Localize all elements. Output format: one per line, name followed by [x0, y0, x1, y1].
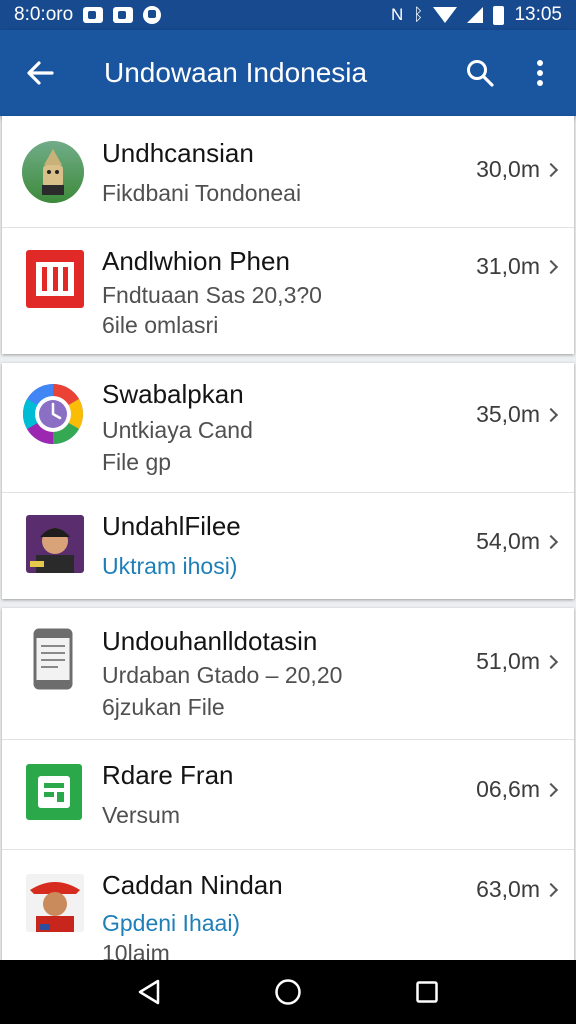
list-card: Swabalpkan Untkiaya Cand File gp 35,0m U… — [2, 363, 574, 599]
nfc-icon: N — [390, 5, 404, 24]
page-title: Undowaan Indonesia — [104, 57, 368, 88]
nav-back-button[interactable] — [119, 960, 179, 1024]
color-wheel-icon — [22, 384, 84, 444]
back-button[interactable] — [0, 30, 80, 116]
dot-icon — [143, 6, 162, 24]
bluetooth-icon: ᛒ — [413, 5, 424, 24]
item-size: 35,0m — [476, 401, 559, 428]
size-label: 63,0m — [476, 876, 540, 902]
item-size: 54,0m — [476, 528, 559, 555]
home-circle-icon — [275, 979, 301, 1005]
item-subtitle: File gp — [102, 449, 172, 475]
chevron-right-icon — [543, 259, 559, 274]
status-time: 13:05 — [514, 4, 562, 25]
wifi-icon — [433, 7, 458, 23]
chevron-right-icon — [543, 882, 559, 897]
chevron-right-icon — [543, 162, 559, 177]
green-app-icon — [26, 764, 82, 820]
more-options-button[interactable] — [510, 30, 570, 116]
item-subtitle: Versum — [102, 802, 180, 828]
status-bar: 8:0:oro N ᛒ 13:05 — [0, 0, 576, 30]
size-label: 30,0m — [476, 156, 540, 182]
chevron-right-icon — [543, 654, 559, 669]
item-subtitle: Fndtuaan Sas 20,3?0 — [102, 282, 322, 308]
red-app-icon — [26, 250, 84, 308]
chevron-right-icon — [543, 782, 559, 797]
nav-recents-button[interactable] — [397, 960, 457, 1024]
size-label: 06,6m — [476, 776, 540, 802]
app-bar: Undowaan Indonesia — [0, 30, 576, 116]
item-subtitle: Gpdeni Ihaai) — [102, 910, 241, 936]
item-size: 63,0m — [476, 876, 559, 903]
mail-icon — [83, 7, 104, 23]
list-item[interactable]: Undouhanlldotasin Urdaban Gtado – 20,20 … — [2, 608, 574, 740]
list-card: Undouhanlldotasin Urdaban Gtado – 20,20 … — [2, 608, 574, 966]
system-nav-bar — [0, 960, 576, 1024]
list-item[interactable]: Rdare Fran Versum 06,6m — [2, 740, 574, 850]
list-item[interactable]: Undhcansian Fikdbani Tondoneai 30,0m — [2, 116, 574, 228]
size-label: 51,0m — [476, 648, 540, 674]
back-arrow-icon — [27, 61, 54, 85]
more-vert-icon — [537, 60, 543, 86]
list-item[interactable]: Caddan Nindan Gpdeni Ihaai) 10laim 63,0m — [2, 850, 574, 966]
item-subtitle: 6jzukan File — [102, 694, 225, 720]
download-list: Undhcansian Fikdbani Tondoneai 30,0m And… — [0, 116, 576, 971]
size-label: 35,0m — [476, 401, 540, 427]
item-subtitle: Uktram ihosi) — [102, 553, 238, 579]
battery-icon — [493, 5, 505, 25]
status-left-text: 8:0:oro — [14, 4, 74, 25]
document-icon — [33, 628, 73, 690]
search-button[interactable] — [450, 30, 510, 116]
shield-icon — [113, 7, 134, 23]
recents-square-icon — [415, 981, 438, 1003]
back-triangle-icon — [139, 979, 160, 1005]
nav-home-button[interactable] — [258, 960, 318, 1024]
chevron-right-icon — [543, 407, 559, 422]
photo-thumbnail-icon — [26, 515, 84, 573]
chevron-right-icon — [543, 534, 559, 549]
list-item[interactable]: UndahlFilee Uktram ihosi) 54,0m — [2, 493, 574, 599]
mascot-icon — [22, 141, 84, 203]
signal-icon — [467, 7, 484, 23]
item-size: 51,0m — [476, 648, 559, 675]
item-size: 30,0m — [476, 156, 559, 183]
size-label: 31,0m — [476, 253, 540, 279]
avatar-icon — [26, 874, 84, 932]
search-icon — [467, 60, 494, 87]
item-size: 31,0m — [476, 253, 559, 280]
list-item[interactable]: Swabalpkan Untkiaya Cand File gp 35,0m — [2, 363, 574, 493]
list-card: Undhcansian Fikdbani Tondoneai 30,0m And… — [2, 116, 574, 354]
size-label: 54,0m — [476, 528, 540, 554]
item-subtitle: 6ile omlasri — [102, 312, 219, 338]
list-item[interactable]: Andlwhion Phen Fndtuaan Sas 20,3?0 6ile … — [2, 228, 574, 354]
item-size: 06,6m — [476, 776, 559, 803]
